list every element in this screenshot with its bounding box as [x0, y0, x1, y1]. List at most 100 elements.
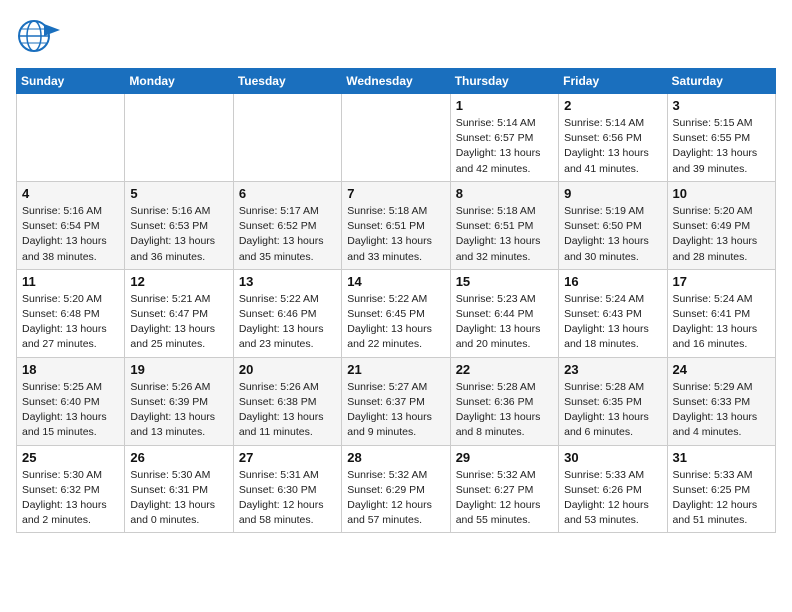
- calendar-cell: 2 Sunrise: 5:14 AM Sunset: 6:56 PM Daylig…: [559, 94, 667, 182]
- day-number: 25: [22, 450, 119, 465]
- day-info: Sunrise: 5:22 AM Sunset: 6:45 PM Dayligh…: [347, 292, 444, 353]
- day-number: 26: [130, 450, 227, 465]
- day-number: 5: [130, 186, 227, 201]
- day-number: 2: [564, 98, 661, 113]
- day-header-tuesday: Tuesday: [233, 69, 341, 94]
- day-number: 3: [673, 98, 770, 113]
- day-number: 27: [239, 450, 336, 465]
- day-number: 11: [22, 274, 119, 289]
- calendar-cell: 28 Sunrise: 5:32 AM Sunset: 6:29 PM Dayli…: [342, 445, 450, 533]
- day-number: 18: [22, 362, 119, 377]
- day-number: 19: [130, 362, 227, 377]
- day-info: Sunrise: 5:31 AM Sunset: 6:30 PM Dayligh…: [239, 468, 336, 529]
- day-number: 29: [456, 450, 553, 465]
- calendar-cell: 5 Sunrise: 5:16 AM Sunset: 6:53 PM Daylig…: [125, 181, 233, 269]
- day-info: Sunrise: 5:24 AM Sunset: 6:41 PM Dayligh…: [673, 292, 770, 353]
- calendar-cell: 16 Sunrise: 5:24 AM Sunset: 6:43 PM Dayli…: [559, 269, 667, 357]
- day-number: 13: [239, 274, 336, 289]
- logo: [16, 16, 64, 56]
- calendar-cell: 22Sunrise: 5:28 AM Sunset: 6:36 PM Dayli…: [450, 357, 558, 445]
- calendar-cell: 25 Sunrise: 5:30 AM Sunset: 6:32 PM Dayli…: [17, 445, 125, 533]
- day-info: Sunrise: 5:27 AM Sunset: 6:37 PM Dayligh…: [347, 380, 444, 441]
- calendar-cell: 8Sunrise: 5:18 AM Sunset: 6:51 PM Daylig…: [450, 181, 558, 269]
- week-row-2: 4 Sunrise: 5:16 AM Sunset: 6:54 PM Daylig…: [17, 181, 776, 269]
- day-info: Sunrise: 5:30 AM Sunset: 6:32 PM Dayligh…: [22, 468, 119, 529]
- header-row: SundayMondayTuesdayWednesdayThursdayFrid…: [17, 69, 776, 94]
- page-header: [16, 16, 776, 56]
- day-info: Sunrise: 5:33 AM Sunset: 6:25 PM Dayligh…: [673, 468, 770, 529]
- day-number: 17: [673, 274, 770, 289]
- day-info: Sunrise: 5:20 AM Sunset: 6:48 PM Dayligh…: [22, 292, 119, 353]
- calendar-cell: [233, 94, 341, 182]
- day-header-thursday: Thursday: [450, 69, 558, 94]
- calendar-cell: [17, 94, 125, 182]
- day-info: Sunrise: 5:16 AM Sunset: 6:54 PM Dayligh…: [22, 204, 119, 265]
- day-number: 16: [564, 274, 661, 289]
- day-number: 12: [130, 274, 227, 289]
- day-info: Sunrise: 5:32 AM Sunset: 6:29 PM Dayligh…: [347, 468, 444, 529]
- week-row-1: 1 Sunrise: 5:14 AM Sunset: 6:57 PM Daylig…: [17, 94, 776, 182]
- calendar-cell: 7 Sunrise: 5:18 AM Sunset: 6:51 PM Daylig…: [342, 181, 450, 269]
- calendar-cell: 15 Sunrise: 5:23 AM Sunset: 6:44 PM Dayli…: [450, 269, 558, 357]
- day-info: Sunrise: 5:25 AM Sunset: 6:40 PM Dayligh…: [22, 380, 119, 441]
- calendar-cell: 29Sunrise: 5:32 AM Sunset: 6:27 PM Dayli…: [450, 445, 558, 533]
- day-info: Sunrise: 5:15 AM Sunset: 6:55 PM Dayligh…: [673, 116, 770, 177]
- day-info: Sunrise: 5:30 AM Sunset: 6:31 PM Dayligh…: [130, 468, 227, 529]
- day-info: Sunrise: 5:22 AM Sunset: 6:46 PM Dayligh…: [239, 292, 336, 353]
- day-header-monday: Monday: [125, 69, 233, 94]
- day-info: Sunrise: 5:14 AM Sunset: 6:57 PM Dayligh…: [456, 116, 553, 177]
- day-number: 7: [347, 186, 444, 201]
- calendar-cell: 6 Sunrise: 5:17 AM Sunset: 6:52 PM Daylig…: [233, 181, 341, 269]
- calendar-cell: 31Sunrise: 5:33 AM Sunset: 6:25 PM Dayli…: [667, 445, 775, 533]
- day-number: 23: [564, 362, 661, 377]
- week-row-5: 25 Sunrise: 5:30 AM Sunset: 6:32 PM Dayli…: [17, 445, 776, 533]
- day-info: Sunrise: 5:26 AM Sunset: 6:39 PM Dayligh…: [130, 380, 227, 441]
- calendar-cell: [342, 94, 450, 182]
- day-header-wednesday: Wednesday: [342, 69, 450, 94]
- day-number: 21: [347, 362, 444, 377]
- calendar-cell: 13 Sunrise: 5:22 AM Sunset: 6:46 PM Dayli…: [233, 269, 341, 357]
- day-number: 14: [347, 274, 444, 289]
- day-header-friday: Friday: [559, 69, 667, 94]
- day-number: 28: [347, 450, 444, 465]
- calendar-cell: 18 Sunrise: 5:25 AM Sunset: 6:40 PM Dayli…: [17, 357, 125, 445]
- day-number: 30: [564, 450, 661, 465]
- day-number: 10: [673, 186, 770, 201]
- logo-icon: [16, 16, 60, 56]
- calendar-cell: 4 Sunrise: 5:16 AM Sunset: 6:54 PM Daylig…: [17, 181, 125, 269]
- day-info: Sunrise: 5:28 AM Sunset: 6:35 PM Dayligh…: [564, 380, 661, 441]
- calendar-cell: 26 Sunrise: 5:30 AM Sunset: 6:31 PM Dayli…: [125, 445, 233, 533]
- day-info: Sunrise: 5:18 AM Sunset: 6:51 PM Dayligh…: [347, 204, 444, 265]
- calendar-cell: 21 Sunrise: 5:27 AM Sunset: 6:37 PM Dayli…: [342, 357, 450, 445]
- calendar-cell: 24Sunrise: 5:29 AM Sunset: 6:33 PM Dayli…: [667, 357, 775, 445]
- day-info: Sunrise: 5:33 AM Sunset: 6:26 PM Dayligh…: [564, 468, 661, 529]
- day-info: Sunrise: 5:21 AM Sunset: 6:47 PM Dayligh…: [130, 292, 227, 353]
- day-info: Sunrise: 5:24 AM Sunset: 6:43 PM Dayligh…: [564, 292, 661, 353]
- calendar-cell: 30 Sunrise: 5:33 AM Sunset: 6:26 PM Dayli…: [559, 445, 667, 533]
- day-number: 4: [22, 186, 119, 201]
- calendar-cell: 23 Sunrise: 5:28 AM Sunset: 6:35 PM Dayli…: [559, 357, 667, 445]
- day-number: 20: [239, 362, 336, 377]
- calendar-cell: [125, 94, 233, 182]
- calendar-cell: 14 Sunrise: 5:22 AM Sunset: 6:45 PM Dayli…: [342, 269, 450, 357]
- day-number: 6: [239, 186, 336, 201]
- calendar-cell: 3 Sunrise: 5:15 AM Sunset: 6:55 PM Daylig…: [667, 94, 775, 182]
- day-info: Sunrise: 5:18 AM Sunset: 6:51 PM Dayligh…: [456, 204, 553, 265]
- day-number: 15: [456, 274, 553, 289]
- day-info: Sunrise: 5:23 AM Sunset: 6:44 PM Dayligh…: [456, 292, 553, 353]
- week-row-3: 11 Sunrise: 5:20 AM Sunset: 6:48 PM Dayli…: [17, 269, 776, 357]
- day-info: Sunrise: 5:17 AM Sunset: 6:52 PM Dayligh…: [239, 204, 336, 265]
- day-info: Sunrise: 5:29 AM Sunset: 6:33 PM Dayligh…: [673, 380, 770, 441]
- calendar-cell: 1 Sunrise: 5:14 AM Sunset: 6:57 PM Daylig…: [450, 94, 558, 182]
- calendar-cell: 27 Sunrise: 5:31 AM Sunset: 6:30 PM Dayli…: [233, 445, 341, 533]
- calendar-cell: 9Sunrise: 5:19 AM Sunset: 6:50 PM Daylig…: [559, 181, 667, 269]
- calendar-cell: 17 Sunrise: 5:24 AM Sunset: 6:41 PM Dayli…: [667, 269, 775, 357]
- calendar-table: SundayMondayTuesdayWednesdayThursdayFrid…: [16, 68, 776, 533]
- day-info: Sunrise: 5:14 AM Sunset: 6:56 PM Dayligh…: [564, 116, 661, 177]
- day-info: Sunrise: 5:16 AM Sunset: 6:53 PM Dayligh…: [130, 204, 227, 265]
- calendar-cell: 11 Sunrise: 5:20 AM Sunset: 6:48 PM Dayli…: [17, 269, 125, 357]
- day-header-sunday: Sunday: [17, 69, 125, 94]
- day-info: Sunrise: 5:20 AM Sunset: 6:49 PM Dayligh…: [673, 204, 770, 265]
- calendar-cell: 10 Sunrise: 5:20 AM Sunset: 6:49 PM Dayli…: [667, 181, 775, 269]
- day-number: 1: [456, 98, 553, 113]
